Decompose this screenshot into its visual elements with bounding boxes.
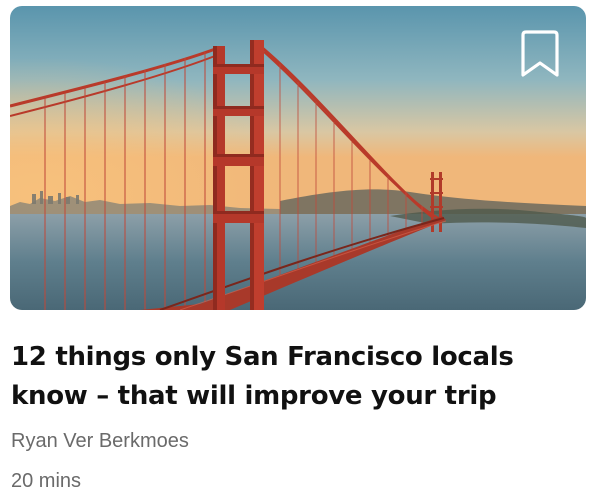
article-title[interactable]: 12 things only San Francisco locals know…: [11, 338, 581, 416]
golden-gate-bridge-illustration: [10, 6, 586, 310]
article-duration: 20 mins: [11, 470, 82, 492]
bookmark-icon: [521, 30, 559, 77]
hero-image[interactable]: [10, 6, 586, 310]
bookmark-button[interactable]: [520, 28, 560, 80]
article-card[interactable]: 12 things only San Francisco locals know…: [0, 0, 596, 494]
article-author: Ryan Ver Berkmoes: [11, 430, 189, 452]
